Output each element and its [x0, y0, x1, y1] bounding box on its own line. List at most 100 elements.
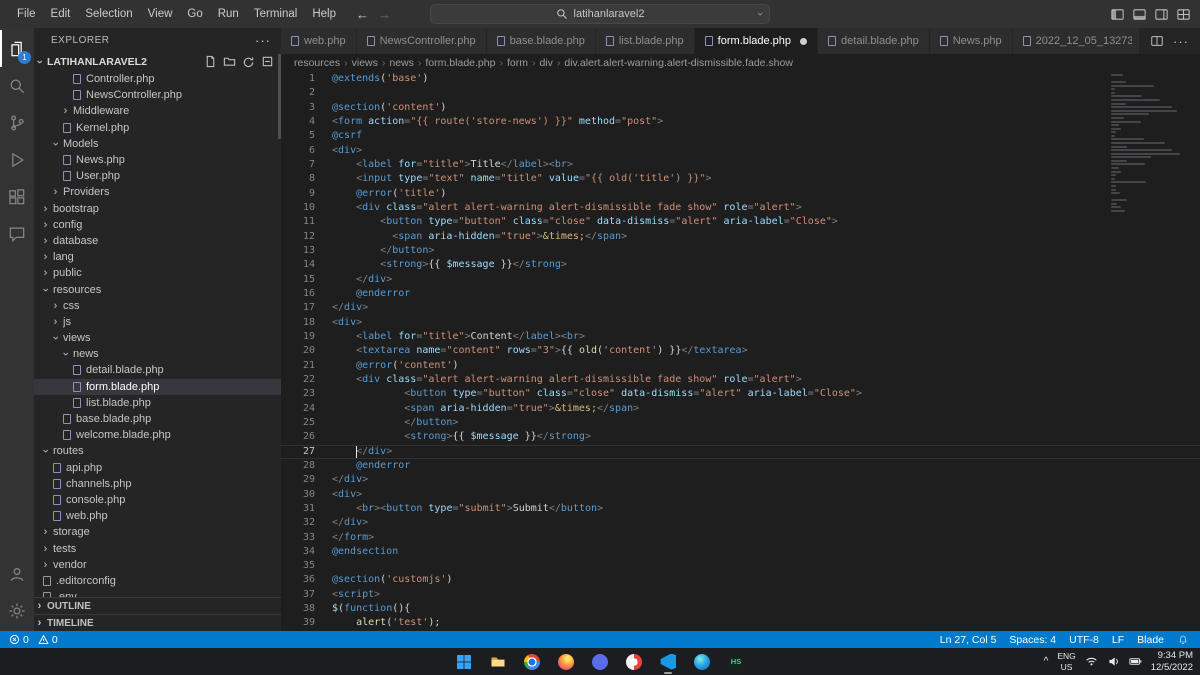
problems-warnings[interactable]: 0 — [38, 634, 58, 646]
code-line-14[interactable]: 14 <strong>{{ $message }}</strong> — [281, 258, 1200, 272]
code-line-13[interactable]: 13 </button> — [281, 244, 1200, 258]
code-line-10[interactable]: 10 <div class="alert alert-warning alert… — [281, 201, 1200, 215]
file-welcome.blade.php[interactable]: welcome.blade.php — [34, 427, 281, 443]
tab-NewsController.php[interactable]: NewsController.php — [356, 28, 487, 54]
extensions-icon[interactable] — [0, 178, 34, 215]
code-line-3[interactable]: 3 @section('content') — [281, 101, 1200, 115]
code-line-21[interactable]: 21 @error('content') — [281, 359, 1200, 373]
notifications[interactable] — [1177, 634, 1189, 646]
folder-news[interactable]: › news — [34, 346, 281, 362]
breadcrumb-item[interactable]: form — [507, 57, 528, 69]
source-control-icon[interactable] — [0, 104, 34, 141]
code-line-6[interactable]: 6 <div> — [281, 144, 1200, 158]
folder-config[interactable]: › config — [34, 217, 281, 233]
menu-selection[interactable]: Selection — [78, 5, 139, 23]
collapse-all-icon[interactable] — [261, 55, 274, 68]
code-line-2[interactable]: 2 — [281, 86, 1200, 100]
folder-Middleware[interactable]: › Middleware — [34, 103, 281, 119]
encoding[interactable]: UTF-8 — [1069, 634, 1099, 646]
code-line-25[interactable]: 25 </button> — [281, 416, 1200, 430]
eol-sequence[interactable]: LF — [1112, 634, 1124, 646]
file-.editorconfig[interactable]: .editorconfig — [34, 573, 281, 589]
toggle-secondary-sidebar-icon[interactable] — [1154, 7, 1169, 22]
file-NewsController.php[interactable]: NewsController.php — [34, 87, 281, 103]
tab-web.php[interactable]: web.php — [281, 28, 357, 54]
folder-views[interactable]: › views — [34, 330, 281, 346]
folder-database[interactable]: › database — [34, 233, 281, 249]
views-more-actions-icon[interactable]: ··· — [255, 33, 271, 48]
code-editor[interactable]: 1 @extends('base') 2 3 @section('content') 4 <… — [281, 72, 1200, 631]
code-line-24[interactable]: 24 <span aria-hidden="true">&times;</spa… — [281, 402, 1200, 416]
edge-button[interactable] — [690, 649, 715, 674]
command-center-search[interactable]: latihanlaravel2 › — [430, 4, 770, 24]
code-line-39[interactable]: 39 alert('test'); — [281, 616, 1200, 630]
breadcrumb-item[interactable]: div.alert.alert-warning.alert-dismissibl… — [564, 57, 793, 69]
hs-app-button[interactable]: HS — [724, 649, 749, 674]
folder-lang[interactable]: › lang — [34, 249, 281, 265]
refresh-icon[interactable] — [242, 55, 255, 68]
firefox-button[interactable] — [554, 649, 579, 674]
start-button[interactable] — [452, 649, 477, 674]
discord-button[interactable] — [588, 649, 613, 674]
more-actions-icon[interactable]: ··· — [1173, 34, 1189, 49]
code-line-34[interactable]: 34 @endsection — [281, 545, 1200, 559]
folder-css[interactable]: › css — [34, 298, 281, 314]
file-News.php[interactable]: News.php — [34, 152, 281, 168]
explorer-view-icon[interactable]: 1 — [0, 30, 34, 67]
code-line-36[interactable]: 36 @section('customjs') — [281, 573, 1200, 587]
code-line-11[interactable]: 11 <button type="button" class="close" d… — [281, 215, 1200, 229]
folder-routes[interactable]: › routes — [34, 443, 281, 459]
code-line-8[interactable]: 8 <input type="text" name="title" value=… — [281, 172, 1200, 186]
tab-form.blade.php[interactable]: form.blade.php — [694, 28, 819, 54]
folder-Providers[interactable]: › Providers — [34, 184, 281, 200]
code-line-7[interactable]: 7 <label for="title">Title</label><br> — [281, 158, 1200, 172]
code-line-12[interactable]: 12 <span aria-hidden="true">&times;</spa… — [281, 230, 1200, 244]
problems-errors[interactable]: 0 — [9, 634, 29, 646]
menu-edit[interactable]: Edit — [44, 5, 78, 23]
code-line-30[interactable]: 30 <div> — [281, 488, 1200, 502]
file-console.php[interactable]: console.php — [34, 492, 281, 508]
code-line-18[interactable]: 18 <div> — [281, 316, 1200, 330]
folder-tests[interactable]: › tests — [34, 540, 281, 556]
language-indicator[interactable]: ENG US — [1057, 651, 1075, 671]
timeline-section[interactable]: › TIMELINE — [34, 614, 281, 631]
code-line-32[interactable]: 32 </div> — [281, 516, 1200, 530]
breadcrumb-item[interactable]: form.blade.php — [425, 57, 495, 69]
battery-icon[interactable] — [1129, 655, 1142, 668]
code-line-26[interactable]: 26 <strong>{{ $message }}</strong> — [281, 430, 1200, 444]
new-folder-icon[interactable] — [223, 55, 236, 68]
code-line-28[interactable]: 28 @enderror — [281, 459, 1200, 473]
outline-section[interactable]: › OUTLINE — [34, 597, 281, 614]
file-detail.blade.php[interactable]: detail.blade.php — [34, 362, 281, 378]
indentation[interactable]: Spaces: 4 — [1009, 634, 1056, 646]
code-line-27[interactable]: 27 </div> — [281, 445, 1200, 459]
file-form.blade.php[interactable]: form.blade.php — [34, 378, 281, 395]
code-line-35[interactable]: 35 — [281, 559, 1200, 573]
file-base.blade.php[interactable]: base.blade.php — [34, 411, 281, 427]
menu-file[interactable]: File — [10, 5, 43, 23]
code-line-1[interactable]: 1 @extends('base') — [281, 72, 1200, 86]
code-line-19[interactable]: 19 <label for="title">Content</label><br… — [281, 330, 1200, 344]
breadcrumb-item[interactable]: div — [539, 57, 552, 69]
split-editor-icon[interactable] — [1150, 34, 1164, 48]
language-mode[interactable]: Blade — [1137, 634, 1164, 646]
tray-overflow-icon[interactable]: ^ — [1044, 656, 1049, 667]
code-line-17[interactable]: 17 </div> — [281, 301, 1200, 315]
minimap[interactable] — [1111, 74, 1197, 214]
file-explorer-button[interactable] — [486, 649, 511, 674]
breadcrumb-item[interactable]: views — [352, 57, 378, 69]
file-User.php[interactable]: User.php — [34, 168, 281, 184]
tab-list.blade.php[interactable]: list.blade.php — [595, 28, 695, 54]
code-line-15[interactable]: 15 </div> — [281, 273, 1200, 287]
folder-vendor[interactable]: › vendor — [34, 557, 281, 573]
folder-storage[interactable]: › storage — [34, 524, 281, 540]
tab-detail.blade.php[interactable]: detail.blade.php — [818, 28, 930, 54]
file-Controller.php[interactable]: Controller.php — [34, 71, 281, 87]
file-Kernel.php[interactable]: Kernel.php — [34, 120, 281, 136]
menu-help[interactable]: Help — [305, 5, 343, 23]
tab-News.php[interactable]: News.php — [929, 28, 1013, 54]
toggle-panel-icon[interactable] — [1132, 7, 1147, 22]
folder-public[interactable]: › public — [34, 265, 281, 281]
file-list.blade.php[interactable]: list.blade.php — [34, 395, 281, 411]
workspace-root-row[interactable]: › LATIHANLARAVEL2 — [34, 52, 281, 71]
